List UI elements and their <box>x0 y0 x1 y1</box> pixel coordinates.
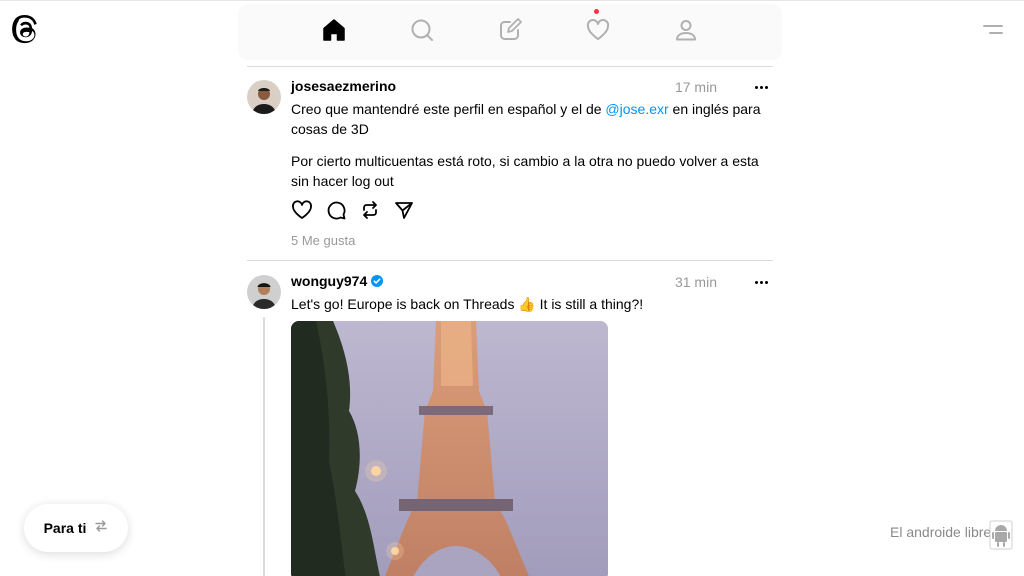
post-username[interactable]: josesaezmerino <box>291 78 396 94</box>
post-text: Creo que mantendré este perfil en españo… <box>291 99 771 139</box>
notification-dot <box>594 9 599 14</box>
repost-icon <box>359 199 381 226</box>
share-button[interactable] <box>393 201 415 223</box>
post-card: wonguy974 31 min Let's go! Europe is bac… <box>247 261 773 576</box>
avatar[interactable] <box>247 80 281 114</box>
top-border <box>0 0 1024 1</box>
avatar[interactable] <box>247 275 281 309</box>
nav-activity[interactable] <box>584 9 612 48</box>
more-options-icon[interactable] <box>751 274 771 290</box>
heart-icon <box>585 17 611 48</box>
like-button[interactable] <box>291 199 313 226</box>
repost-button[interactable] <box>359 199 381 226</box>
watermark-text: El androide libre <box>890 524 992 540</box>
more-options-icon[interactable] <box>751 79 771 95</box>
comment-icon <box>325 199 347 226</box>
likes-count[interactable]: 5 Me gusta <box>291 233 355 248</box>
menu-icon <box>980 25 1006 44</box>
compose-icon <box>497 17 523 48</box>
nav-profile[interactable] <box>672 18 700 46</box>
thread-line <box>263 317 265 576</box>
feed-switcher-button[interactable]: Para ti <box>24 504 128 552</box>
post-time: 31 min <box>674 274 717 290</box>
mention-link[interactable]: @jose.exr <box>605 101 668 117</box>
eiffel-tower-photo[interactable] <box>291 321 608 576</box>
post-card: josesaezmerino 17 min Creo que mantendré… <box>247 66 773 260</box>
android-mascot-icon <box>989 520 1013 550</box>
post-time: 17 min <box>674 79 717 95</box>
heart-icon <box>291 199 313 226</box>
post-text: Let's go! Europe is back on Threads 👍 It… <box>291 296 644 312</box>
nav-search[interactable] <box>408 18 436 46</box>
nav-home[interactable] <box>320 18 348 46</box>
top-navigation <box>238 4 782 60</box>
threads-logo-icon[interactable] <box>12 15 39 45</box>
post-actions <box>291 199 415 226</box>
home-icon <box>321 17 347 48</box>
post-text-paragraph: Por cierto multicuentas está roto, si ca… <box>291 153 759 189</box>
post-username[interactable]: wonguy974 <box>291 273 384 289</box>
feed-switcher-label: Para ti <box>43 520 87 536</box>
send-icon <box>393 199 415 226</box>
menu-button[interactable] <box>980 20 1006 40</box>
post-username-text: wonguy974 <box>291 273 368 289</box>
search-icon <box>409 17 435 48</box>
profile-icon <box>673 17 699 48</box>
verified-badge-icon <box>371 275 384 287</box>
reply-button[interactable] <box>325 201 347 223</box>
nav-compose[interactable] <box>496 17 524 48</box>
switch-arrows-icon <box>94 519 108 538</box>
post-text-part: Creo que mantendré este perfil en españo… <box>291 101 606 117</box>
